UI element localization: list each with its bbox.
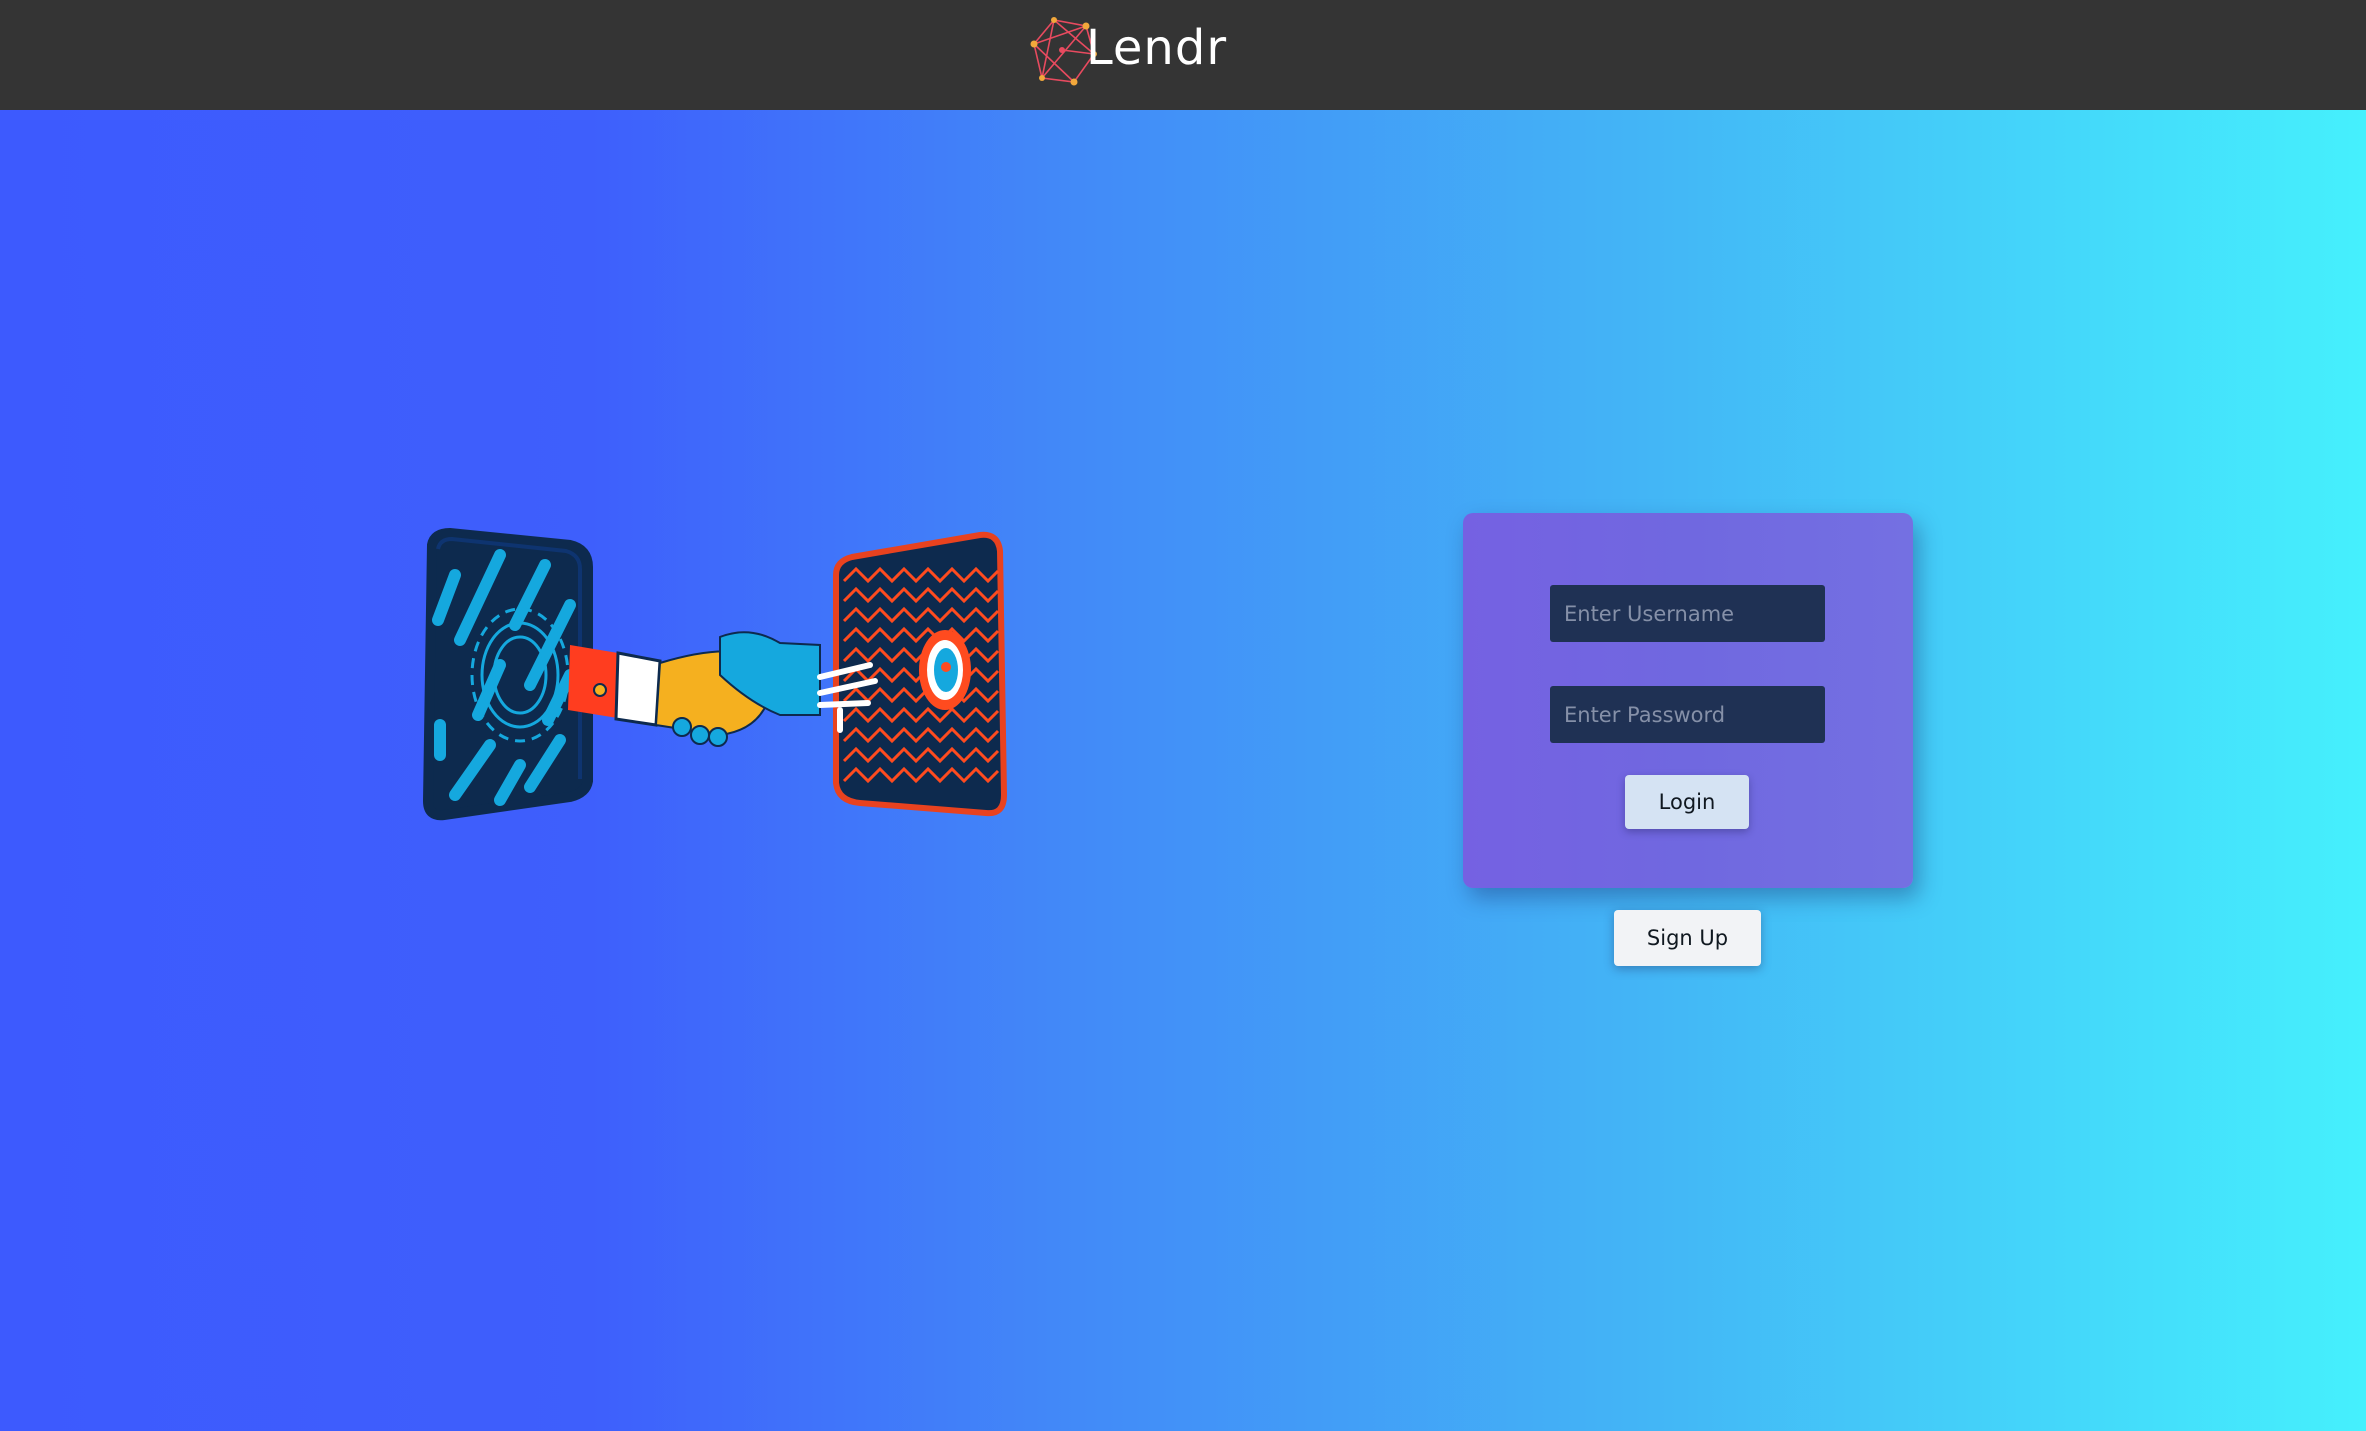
- brand-name: Lendr: [1086, 20, 1228, 76]
- sign-up-button[interactable]: Sign Up: [1614, 910, 1761, 966]
- handshake-illustration: [422, 527, 1008, 821]
- login-button[interactable]: Login: [1625, 775, 1749, 829]
- right-portal: [833, 531, 1008, 817]
- login-card: Login: [1463, 513, 1913, 888]
- password-field[interactable]: [1550, 686, 1825, 743]
- main-content: [0, 110, 2366, 1431]
- username-field[interactable]: [1550, 585, 1825, 642]
- handshake: [568, 631, 878, 747]
- brand[interactable]: Lendr: [1024, 10, 1227, 90]
- top-navbar: Lendr: [0, 0, 2366, 110]
- left-portal: [422, 527, 593, 821]
